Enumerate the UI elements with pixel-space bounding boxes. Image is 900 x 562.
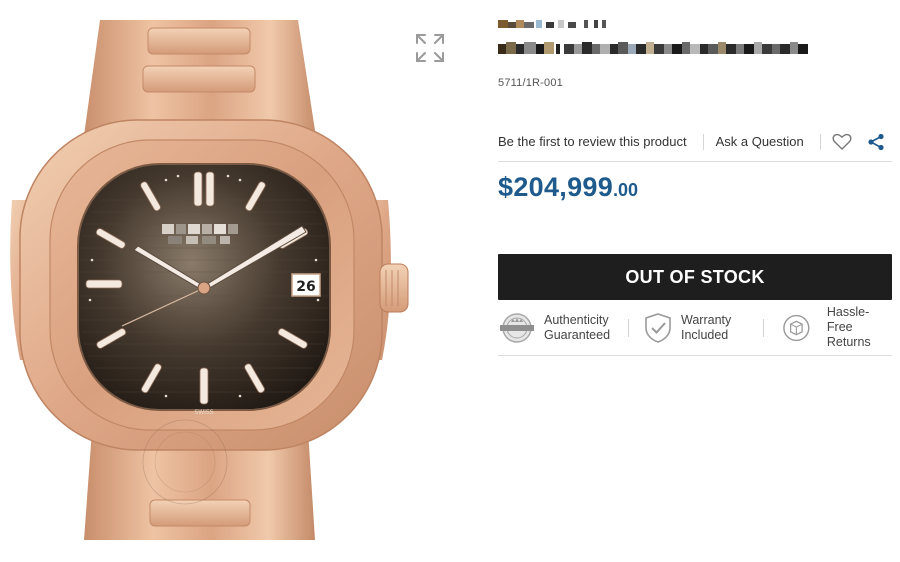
out-of-stock-button[interactable]: OUT OF STOCK	[498, 254, 892, 300]
divider	[819, 133, 821, 150]
returns-box-icon	[783, 314, 810, 341]
product-image: 26 SWISS	[0, 0, 470, 562]
share-button[interactable]	[865, 131, 887, 153]
divider	[763, 318, 765, 337]
crown	[379, 263, 409, 313]
divider	[628, 318, 629, 337]
dial-swiss-text: SWISS	[194, 409, 213, 416]
product-info-panel: 5711/1R-001 Be the first to review this …	[498, 18, 892, 356]
badge-warranty: Warranty Included	[643, 312, 731, 344]
trust-badges: Authenticity Guaranteed Warranty Include…	[498, 300, 892, 356]
write-review-link[interactable]: Be the first to review this product	[498, 134, 687, 149]
wishlist-button[interactable]	[831, 131, 853, 153]
watch-illustration: 26 SWISS	[10, 20, 409, 540]
review-actions: Be the first to review this product Ask …	[498, 122, 892, 162]
date-text: 26	[296, 279, 315, 295]
product-title-censored	[498, 20, 808, 54]
badge-returns: Hassle-Free Returns	[782, 305, 892, 350]
expand-icon	[416, 34, 444, 62]
share-icon	[868, 133, 884, 150]
badge-line2: Guaranteed	[544, 327, 611, 342]
badge-line2: Included	[681, 327, 729, 342]
price-amount: $204,999	[498, 172, 614, 202]
product-price: $204,999.00	[498, 172, 892, 208]
price-cents: .00	[613, 180, 639, 200]
badge-authenticity: Authenticity Guaranteed	[498, 312, 610, 344]
divider	[702, 133, 704, 150]
badge-line1: Warranty	[681, 312, 732, 327]
product-sku: 5711/1R-001	[498, 77, 563, 89]
warranty-shield-icon	[645, 312, 671, 343]
badge-line1: Authenticity	[544, 312, 609, 327]
heart-icon	[832, 133, 852, 150]
ask-question-link[interactable]: Ask a Question	[716, 134, 804, 149]
badge-line1: Hassle-Free	[826, 305, 870, 334]
expand-image-button[interactable]	[412, 30, 448, 66]
badge-line2: Returns	[826, 335, 871, 349]
authentic-seal-icon	[500, 312, 534, 343]
